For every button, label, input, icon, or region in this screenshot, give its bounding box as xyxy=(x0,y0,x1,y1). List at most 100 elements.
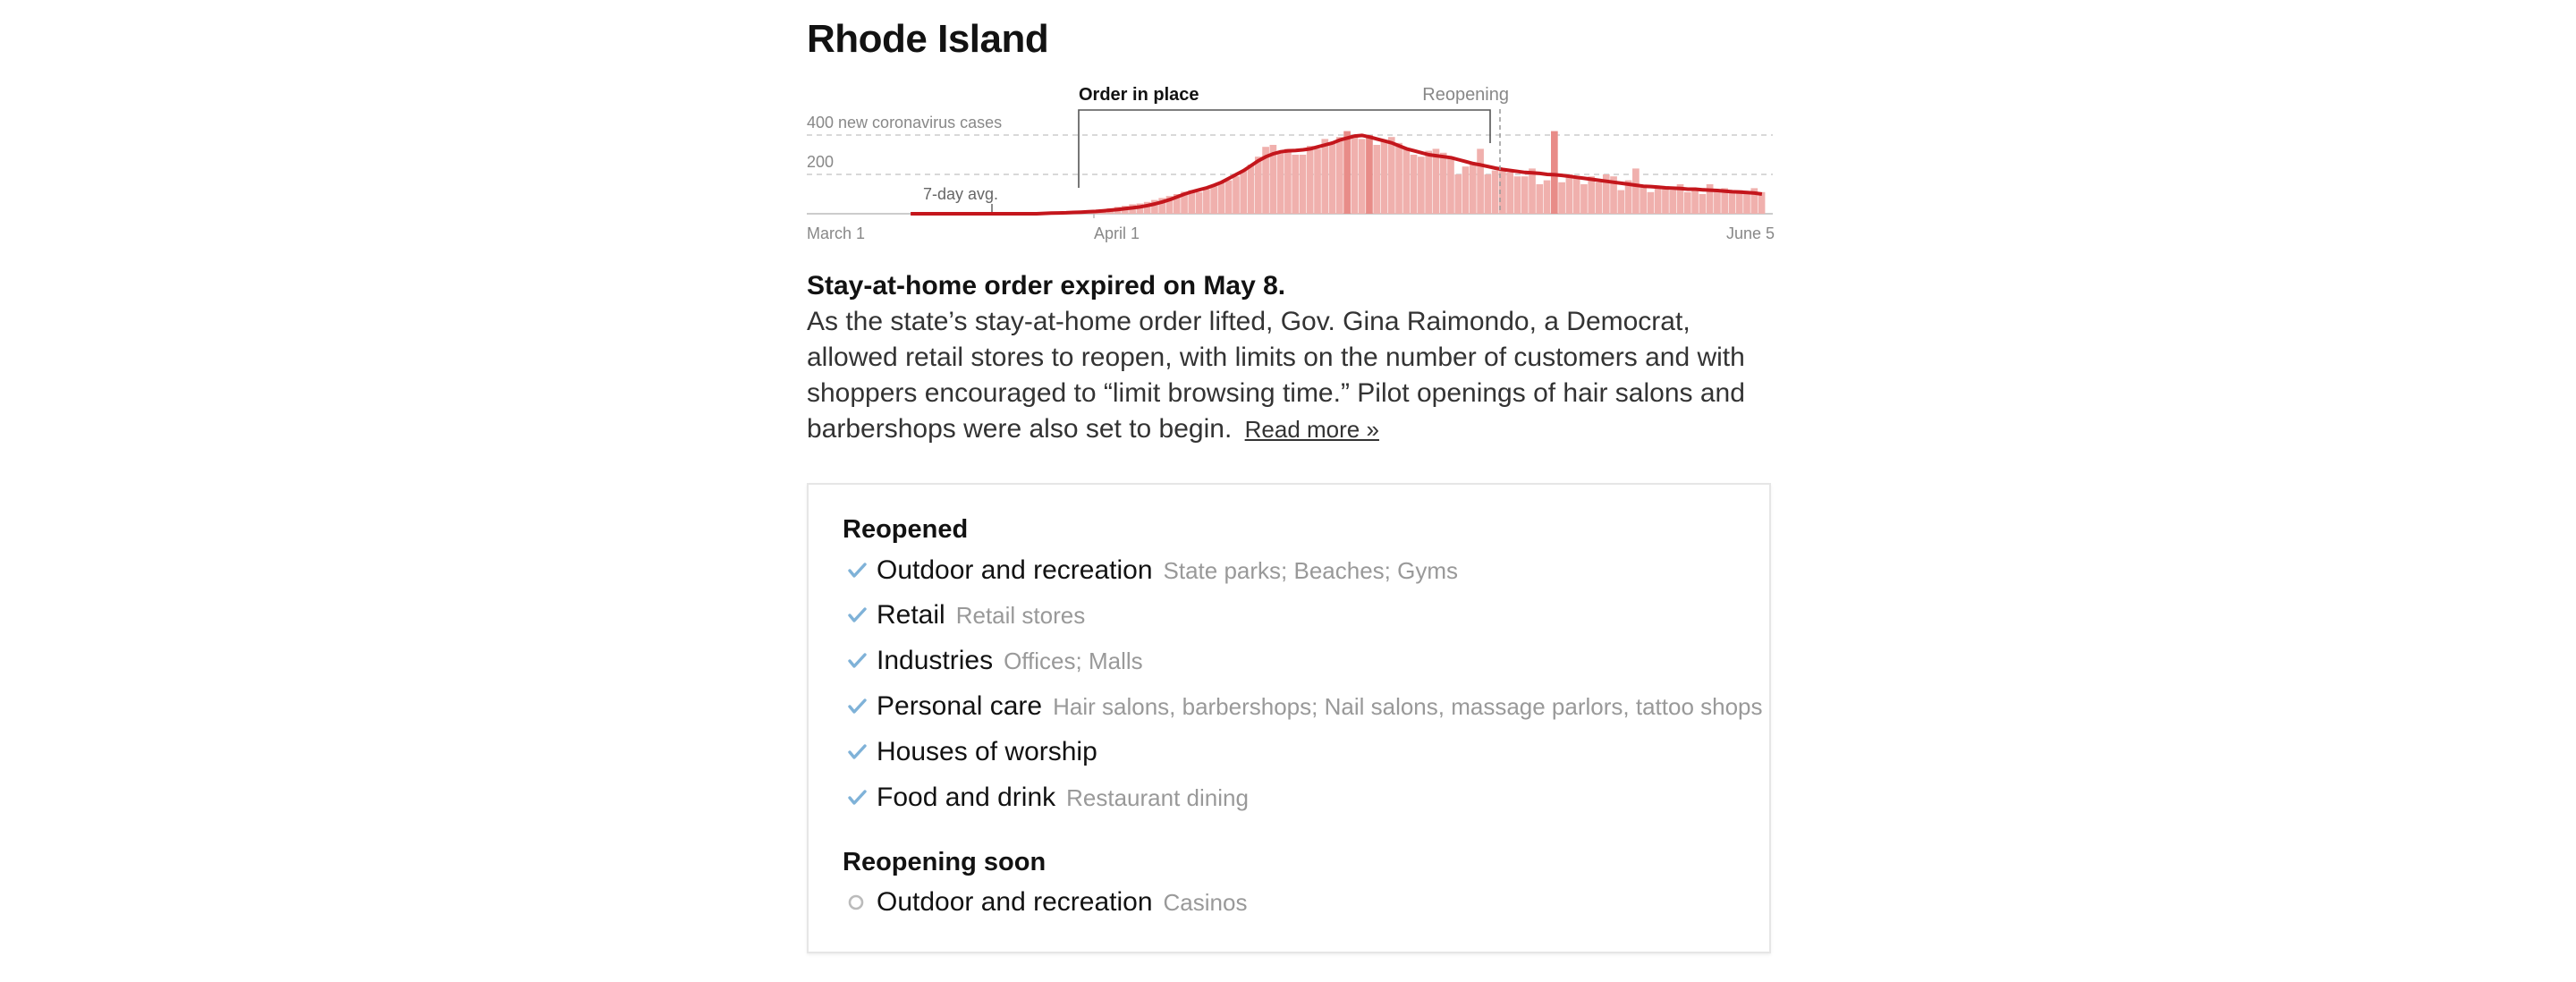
case-bar xyxy=(1247,165,1255,214)
case-bar xyxy=(1328,142,1336,214)
case-bar xyxy=(1683,191,1691,214)
case-bar xyxy=(1565,174,1573,214)
category-label: Outdoor and recreation xyxy=(877,887,1153,917)
case-bar xyxy=(1662,186,1669,214)
reopened-item: Outdoor and recreation State parks; Beach… xyxy=(843,553,1458,588)
case-bar xyxy=(1543,180,1551,214)
case-bar xyxy=(1432,148,1440,214)
case-bar xyxy=(1647,191,1655,214)
y-tick-label: 400 new coronavirus cases xyxy=(807,114,1002,131)
x-tick-label: June 5 xyxy=(1726,224,1775,242)
category-label: Personal care xyxy=(877,691,1043,721)
article-body: As the state’s stay-at-home order lifted… xyxy=(807,304,1773,447)
case-bar xyxy=(1462,166,1470,214)
case-bar xyxy=(1728,191,1736,214)
case-bar xyxy=(1506,172,1514,214)
circle-icon xyxy=(843,889,873,916)
case-bar xyxy=(1551,131,1558,214)
check-icon xyxy=(843,557,873,584)
case-bar xyxy=(1491,170,1499,214)
check-icon xyxy=(843,648,873,674)
category-label: Retail xyxy=(877,600,945,630)
reopened-item: Food and drink Restaurant dining xyxy=(843,780,1249,816)
reopening-soon-heading: Reopening soon xyxy=(843,848,1046,876)
case-bar xyxy=(1395,142,1402,214)
check-icon xyxy=(843,739,873,766)
case-bar xyxy=(1595,182,1603,214)
case-bar xyxy=(1254,157,1262,214)
category-label: Outdoor and recreation xyxy=(877,555,1153,585)
case-bar xyxy=(1195,191,1203,214)
case-bar xyxy=(1439,152,1447,214)
reopened-item: Retail Retail stores xyxy=(843,597,1085,633)
case-bar xyxy=(1669,190,1677,214)
case-bar xyxy=(1358,139,1366,214)
case-bar xyxy=(1343,131,1351,214)
case-bar xyxy=(1513,176,1521,214)
category-detail: Casinos xyxy=(1163,888,1248,916)
case-bar xyxy=(1447,157,1454,214)
reopened-item: Houses of worship xyxy=(843,734,1097,770)
case-bar xyxy=(1233,176,1240,214)
category-detail: State parks; Beaches; Gyms xyxy=(1163,556,1458,584)
case-bar xyxy=(1336,137,1343,214)
check-icon xyxy=(843,602,873,629)
state-title: Rhode Island xyxy=(807,17,1049,61)
case-bar xyxy=(1632,168,1640,214)
case-bar xyxy=(1380,140,1388,214)
case-bar xyxy=(1743,194,1750,214)
case-bar xyxy=(1654,188,1662,214)
case-bar xyxy=(1366,135,1373,214)
case-bar xyxy=(1588,176,1596,214)
check-icon xyxy=(843,693,873,720)
case-bar xyxy=(1484,174,1492,214)
case-bar xyxy=(1469,162,1477,214)
category-detail: Offices; Malls xyxy=(1004,647,1143,674)
category-label: Food and drink xyxy=(877,783,1056,812)
case-bar xyxy=(1617,190,1625,214)
case-bar xyxy=(1292,155,1300,214)
case-bar xyxy=(1224,180,1233,214)
case-bar xyxy=(1410,155,1418,214)
case-bar xyxy=(1373,145,1381,214)
category-detail: Hair salons, barbershops; Nail salons, m… xyxy=(1053,692,1763,720)
category-label: Houses of worship xyxy=(877,737,1097,766)
reopened-heading: Reopened xyxy=(843,515,969,544)
case-bar xyxy=(1521,176,1529,214)
category-detail: Restaurant dining xyxy=(1066,783,1249,811)
avg-label: 7-day avg. xyxy=(923,185,998,203)
case-bar xyxy=(1477,148,1484,214)
case-bar xyxy=(1536,184,1544,214)
case-bar xyxy=(1425,150,1432,214)
case-bar xyxy=(1387,137,1395,214)
check-icon xyxy=(843,784,873,811)
category-label: Industries xyxy=(877,646,994,675)
case-bar xyxy=(1714,190,1721,214)
case-bar xyxy=(1418,157,1425,214)
case-bar xyxy=(1580,184,1588,214)
x-tick-label: April 1 xyxy=(1094,224,1140,242)
case-bar xyxy=(1699,194,1707,214)
case-bar xyxy=(1284,148,1292,214)
case-bar xyxy=(1558,182,1565,214)
reopen-label: Reopening xyxy=(1422,85,1509,105)
case-bar xyxy=(1203,189,1210,214)
read-more-link[interactable]: Read more » xyxy=(1245,416,1379,443)
case-bar xyxy=(1402,148,1411,214)
order-label: Order in place xyxy=(1079,85,1199,105)
case-bar xyxy=(1299,155,1307,214)
case-bar xyxy=(1276,150,1284,214)
case-bar xyxy=(1210,186,1217,214)
case-bar xyxy=(1454,174,1462,214)
case-bar xyxy=(1529,168,1536,214)
cases-chart: 400 new coronavirus cases 200 Order in pl… xyxy=(807,85,1775,242)
case-bar xyxy=(1217,182,1225,214)
case-bar xyxy=(1314,148,1321,214)
reopened-item: Industries Offices; Malls xyxy=(843,643,1143,679)
case-bar xyxy=(1306,146,1314,214)
x-tick-label: March 1 xyxy=(807,224,865,242)
case-bar xyxy=(1572,178,1580,214)
reopening-status-card: Reopened Outdoor and recreation State par… xyxy=(807,483,1771,953)
category-detail: Retail stores xyxy=(955,601,1086,629)
reopening-soon-item: Outdoor and recreation Casinos xyxy=(843,885,1247,920)
